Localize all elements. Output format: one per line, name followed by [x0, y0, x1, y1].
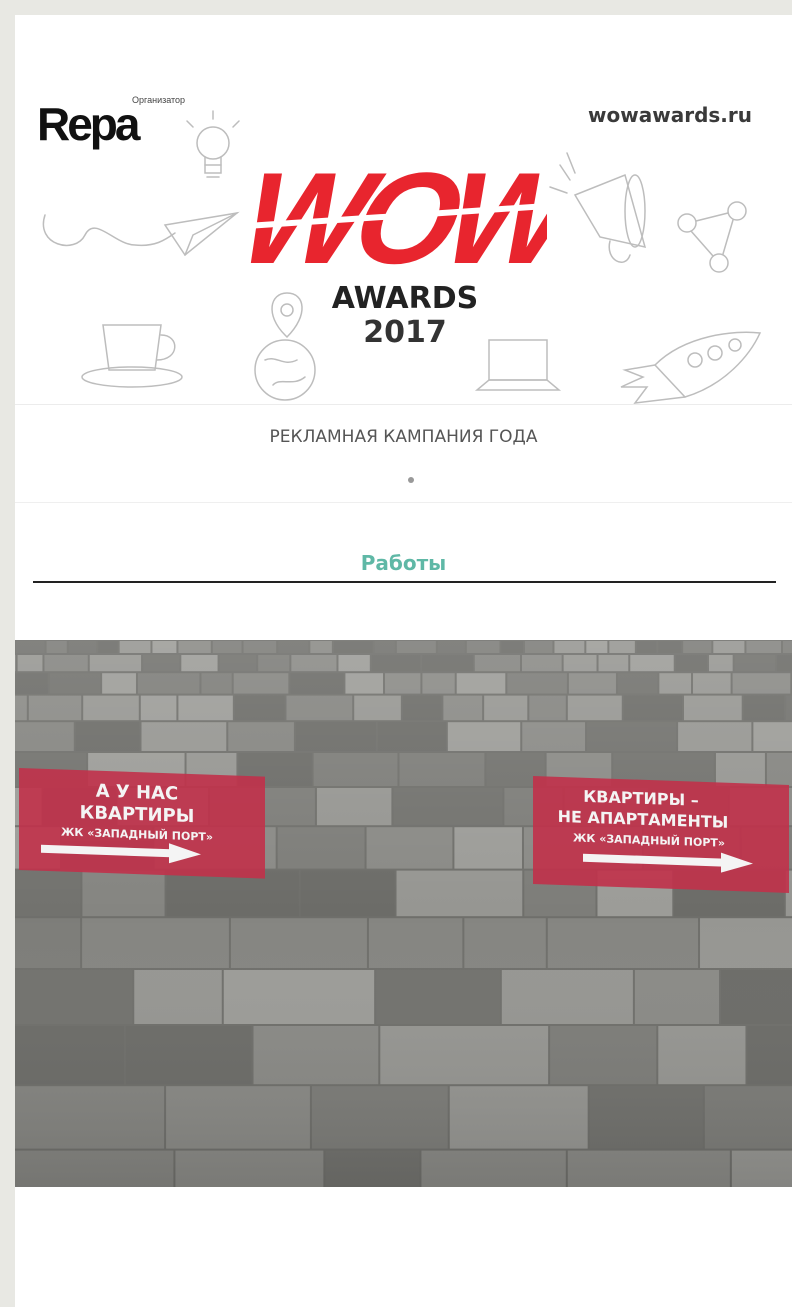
sign-right: КВАРТИРЫ – НЕ АПАРТАМЕНТЫ ЖК «ЗАПАДНЫЙ П…	[533, 776, 789, 893]
network-icon	[677, 201, 747, 273]
sign-left-line2: КВАРТИРЫ	[80, 802, 195, 827]
organizer-logo[interactable]: Организатор Repa	[37, 95, 187, 150]
campaign-photo: А У НАС КВАРТИРЫ ЖК «ЗАПАДНЫЙ ПОРТ» КВАР…	[15, 640, 792, 1187]
divider	[15, 404, 792, 405]
awards-year: 2017	[363, 315, 447, 350]
paper-plane-icon	[42, 211, 240, 257]
nomination-title: РЕКЛАМНАЯ КАМПАНИЯ ГОДА	[269, 427, 538, 447]
page: Организатор Repa wowawards.ru WOW AWARDS…	[15, 15, 792, 1307]
header-banner: Организатор Repa wowawards.ru WOW AWARDS…	[15, 15, 792, 405]
sign-left-line1: А У НАС	[96, 781, 179, 805]
pavement-photo: А У НАС КВАРТИРЫ ЖК «ЗАПАДНЫЙ ПОРТ» КВАР…	[15, 640, 792, 1187]
wow-logo-text: WOW	[247, 145, 547, 280]
pagination-dot[interactable]	[408, 477, 414, 483]
awards-label: AWARDS	[331, 281, 479, 316]
lightbulb-icon	[186, 110, 240, 178]
wow-logo: WOW	[247, 145, 547, 280]
repa-logo: Repa	[37, 98, 140, 150]
divider	[15, 502, 792, 503]
sign-left: А У НАС КВАРТИРЫ ЖК «ЗАПАДНЫЙ ПОРТ»	[19, 768, 265, 879]
tab-works[interactable]: Работы	[15, 551, 792, 575]
coffee-cup-icon	[81, 324, 183, 388]
organizer-label: Организатор	[132, 95, 186, 105]
tab-underline	[33, 581, 776, 583]
megaphone-icon	[549, 152, 647, 263]
sign-right-line1: КВАРТИРЫ –	[583, 787, 699, 810]
site-url-link[interactable]: wowawards.ru	[588, 103, 752, 127]
rocket-icon	[620, 331, 762, 404]
